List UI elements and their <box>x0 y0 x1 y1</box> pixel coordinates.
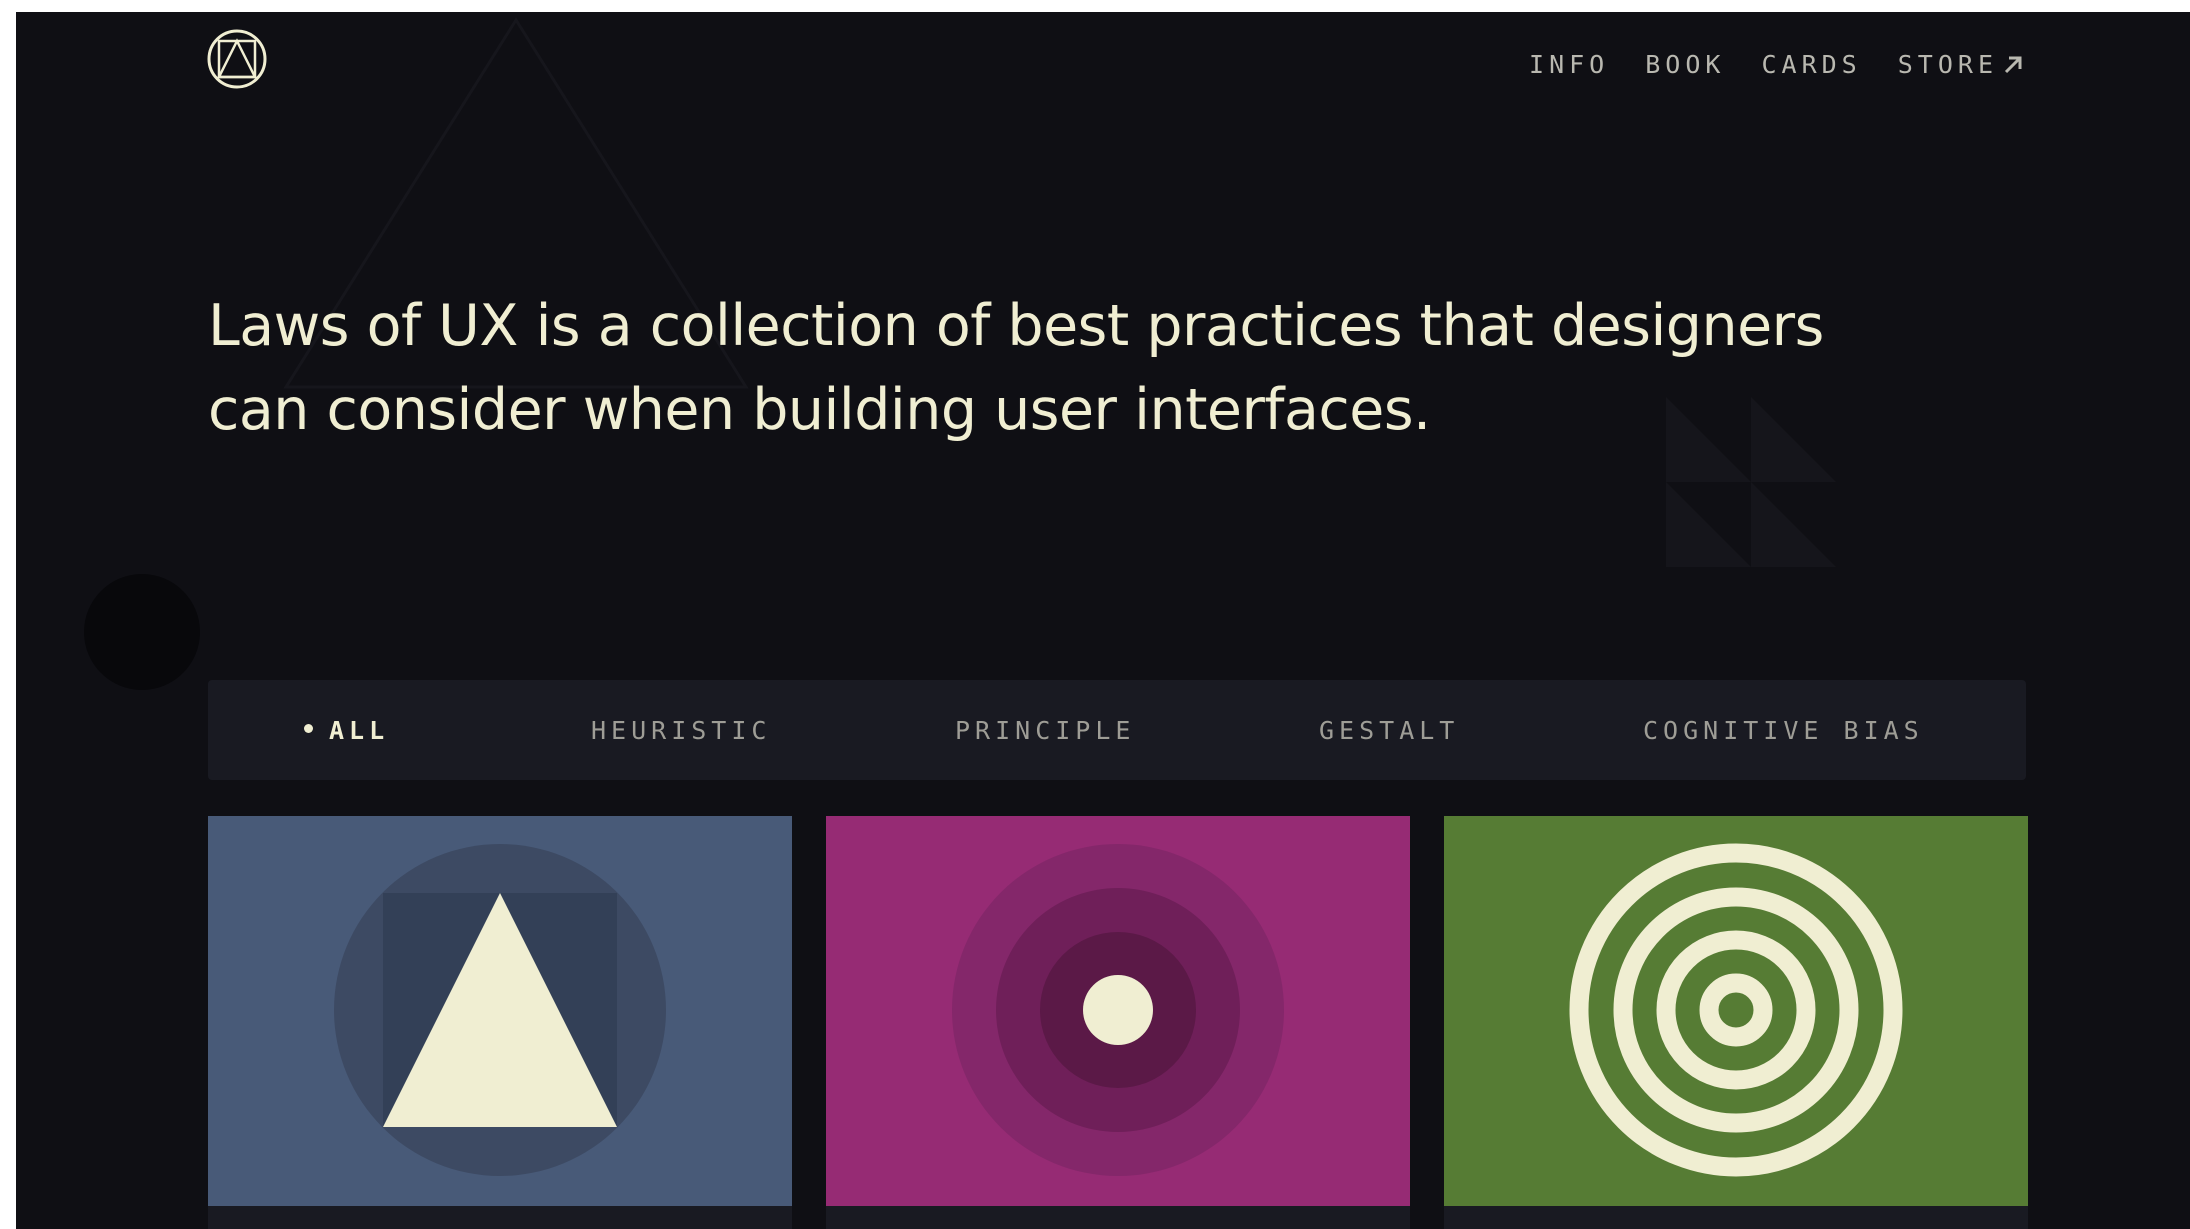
filter-gestalt[interactable]: GESTALT <box>1319 716 1459 745</box>
nav-info[interactable]: INFO <box>1529 50 1609 79</box>
card-footer <box>1444 1206 2028 1229</box>
hero-text: Laws of UX is a collection of best pract… <box>208 284 1908 452</box>
law-card[interactable] <box>826 816 1410 1206</box>
hero-line-2: can consider when building user interfac… <box>208 377 1431 443</box>
nav-store-label: STORE <box>1897 50 1998 79</box>
law-card[interactable] <box>208 816 792 1206</box>
filter-bar: ALL HEURISTIC PRINCIPLE GESTALT COGNITIV… <box>208 680 2026 780</box>
filter-heuristic[interactable]: HEURISTIC <box>591 716 771 745</box>
nav-store[interactable]: STORE <box>1898 50 2024 79</box>
laws-of-ux-logo-icon[interactable] <box>206 28 268 90</box>
main-nav: INFO BOOK CARDS STORE <box>1529 50 2024 79</box>
arrow-up-right-icon <box>2004 56 2022 73</box>
law-card[interactable] <box>1444 816 2028 1206</box>
triangle-in-circle-icon <box>334 844 666 1176</box>
filter-cognitive-bias[interactable]: COGNITIVE BIAS <box>1643 716 1924 745</box>
hero-line-1: Laws of UX is a collection of best pract… <box>208 293 1824 359</box>
active-dot-icon <box>304 723 313 733</box>
filter-all[interactable]: ALL <box>304 716 389 745</box>
nav-cards[interactable]: CARDS <box>1761 50 1861 79</box>
page-frame: INFO BOOK CARDS STORE Laws of UX is a co… <box>16 12 2190 1229</box>
card-footer <box>208 1206 792 1229</box>
filter-principle[interactable]: PRINCIPLE <box>955 716 1135 745</box>
target-rings-icon <box>1569 843 1903 1177</box>
concentric-circles-dot-icon <box>952 844 1284 1176</box>
card-footer <box>826 1206 1410 1229</box>
filter-all-label: ALL <box>329 716 390 745</box>
nav-book[interactable]: BOOK <box>1645 50 1725 79</box>
